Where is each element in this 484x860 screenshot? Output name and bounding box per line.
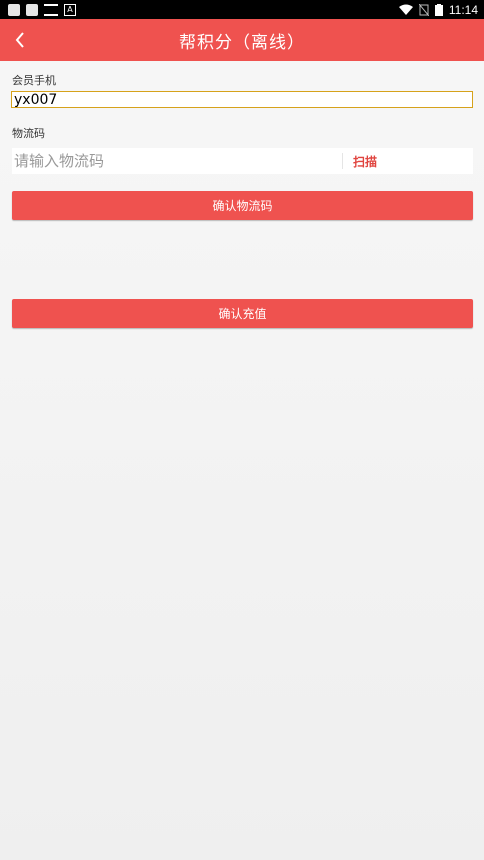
back-button[interactable]	[6, 25, 34, 55]
confirm-recharge-button[interactable]: 确认充值	[12, 299, 473, 328]
scan-button[interactable]: 扫描	[353, 153, 473, 170]
battery-icon	[434, 3, 443, 16]
status-time: 11:14	[448, 2, 478, 17]
phone-label: 会员手机	[12, 74, 56, 87]
logistic-code-row: 扫描	[12, 148, 473, 174]
notification-icon	[44, 3, 58, 16]
status-bar: A 11:14	[0, 0, 484, 19]
app-icon	[26, 3, 38, 16]
a-icon: A	[64, 3, 76, 16]
divider	[342, 153, 343, 169]
wifi-icon	[398, 4, 413, 16]
status-left-icons: A	[0, 3, 76, 16]
chevron-left-icon	[15, 32, 24, 48]
logistic-code-input[interactable]	[12, 148, 342, 174]
app-icon	[8, 3, 20, 16]
status-right-icons: 11:14	[398, 2, 484, 17]
app-header: 帮积分（离线）	[0, 19, 484, 61]
logistic-code-label: 物流码	[12, 127, 45, 140]
no-sim-icon	[418, 3, 429, 16]
confirm-logistic-code-button[interactable]: 确认物流码	[12, 191, 473, 220]
phone-input[interactable]	[11, 91, 473, 108]
page-title: 帮积分（离线）	[179, 32, 305, 53]
